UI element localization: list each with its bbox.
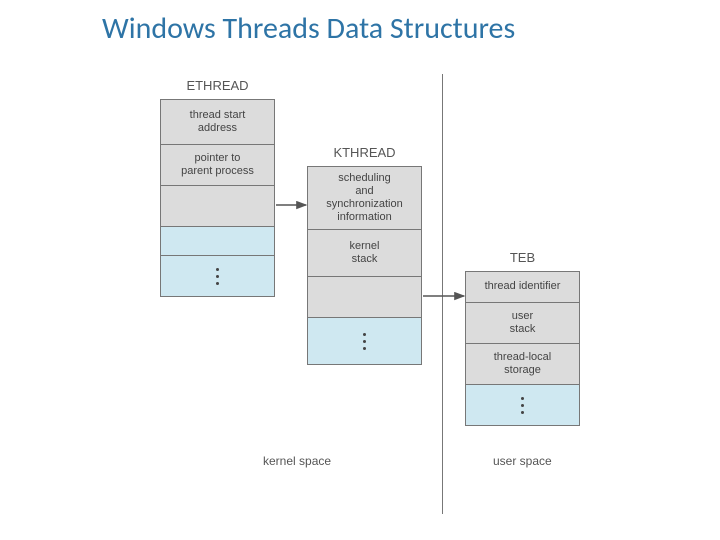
- page-title: Windows Threads Data Structures: [102, 10, 515, 47]
- arrows-svg: [155, 74, 605, 514]
- kernel-space-label: kernel space: [263, 454, 331, 468]
- user-space-label: user space: [493, 454, 552, 468]
- diagram-stage: ETHREAD thread start address pointer to …: [155, 74, 605, 514]
